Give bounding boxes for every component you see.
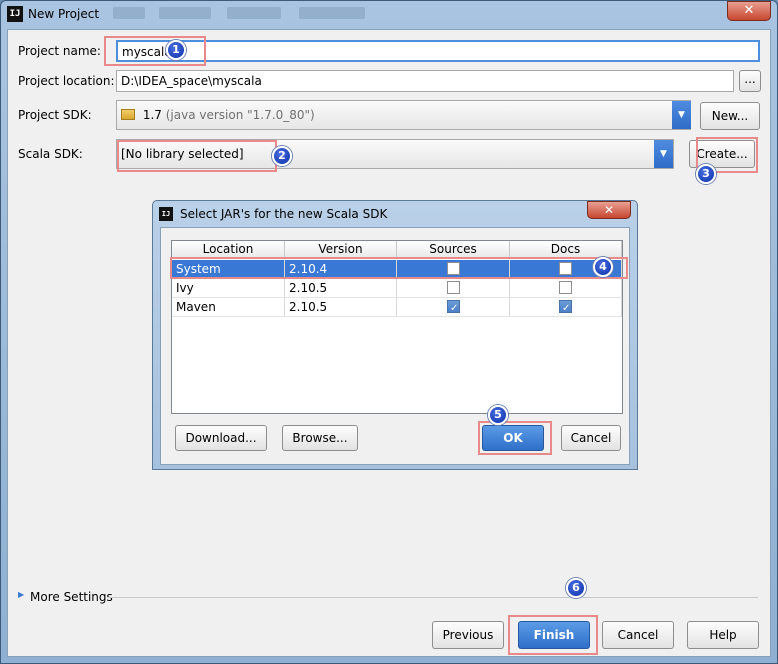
step-badge-1: 1 [166,40,186,60]
table-row[interactable]: System 2.10.4 [172,260,622,279]
column-header-location[interactable]: Location [172,241,285,259]
dialog-close-button[interactable]: ✕ [587,201,631,219]
project-sdk-detail: (java version "1.7.0_80") [165,108,315,122]
chevron-down-icon[interactable]: ▼ [654,140,673,168]
divider [108,597,758,598]
blurred-taskbar-item [227,7,281,19]
new-sdk-button[interactable]: New... [700,102,760,130]
chevron-down-icon[interactable]: ▼ [672,101,691,129]
location-cell: Ivy [172,279,285,298]
version-cell: 2.10.4 [285,260,397,279]
step-badge-4: 4 [593,257,613,277]
sources-cell [397,298,510,318]
docs-checkbox[interactable] [559,262,572,275]
step-badge-3: 3 [696,164,716,184]
expand-arrow-icon[interactable]: ▶ [18,590,24,599]
help-button[interactable]: Help [687,621,759,649]
column-header-sources[interactable]: Sources [397,241,510,259]
project-name-input[interactable]: myscala [116,40,760,62]
dialog-title: Select JAR's for the new Scala SDK [180,207,388,221]
folder-icon [121,109,135,120]
step-badge-5: 5 [488,405,508,425]
title-bar: IJ New Project ✕ [1,1,777,29]
scala-sdk-value: [No library selected] [121,147,244,161]
docs-checkbox[interactable] [559,281,572,294]
dialog-cancel-button[interactable]: Cancel [561,425,621,451]
select-jars-dialog: IJ Select JAR's for the new Scala SDK ✕ … [152,200,638,470]
window-title: New Project [28,7,100,21]
finish-button[interactable]: Finish [518,621,590,649]
browse-location-button[interactable]: ... [739,70,761,92]
blurred-taskbar-item [299,7,365,19]
version-cell: 2.10.5 [285,279,397,298]
sources-checkbox[interactable] [447,281,460,294]
new-project-window: IJ New Project ✕ Project name: myscala 1… [0,0,778,664]
window-close-button[interactable]: ✕ [727,1,771,21]
docs-cell [510,279,622,298]
blurred-taskbar-item [159,7,211,19]
project-name-value: myscala [122,45,172,59]
location-cell: Maven [172,298,285,317]
jar-table: Location Version Sources Docs System 2.1… [171,240,623,414]
project-sdk-combobox[interactable]: 1.7 (java version "1.7.0_80") [116,100,691,130]
step-badge-6: 6 [566,578,586,598]
scala-sdk-combobox[interactable]: [No library selected] [116,139,674,169]
sources-checkbox[interactable] [447,262,460,275]
cancel-button[interactable]: Cancel [602,621,674,649]
location-cell: System [172,260,285,279]
project-location-value: D:\IDEA_space\myscala [121,74,262,88]
ok-button[interactable]: OK [482,425,544,451]
browse-button[interactable]: Browse... [282,425,358,451]
docs-cell [510,298,622,318]
table-row[interactable]: Ivy 2.10.5 [172,279,622,298]
step-badge-2: 2 [272,146,292,166]
table-row[interactable]: Maven 2.10.5 [172,298,622,318]
project-location-label: Project location: [18,74,115,88]
create-scala-sdk-button[interactable]: Create... [689,140,755,168]
project-name-label: Project name: [18,44,101,58]
project-location-input[interactable]: D:\IDEA_space\myscala [116,70,734,92]
scala-sdk-label: Scala SDK: [18,147,83,161]
sources-checkbox-checked[interactable] [447,300,460,318]
download-button[interactable]: Download... [175,425,267,451]
version-cell: 2.10.5 [285,298,397,317]
blurred-taskbar-item [113,7,145,19]
project-sdk-value: 1.7 [142,108,162,122]
project-sdk-label: Project SDK: [18,108,92,122]
docs-checkbox-checked[interactable] [559,300,572,318]
intellij-icon: IJ [159,207,173,221]
sources-cell [397,279,510,298]
dialog-body: Location Version Sources Docs System 2.1… [160,227,630,465]
more-settings-toggle[interactable]: More Settings [30,590,113,604]
intellij-icon: IJ [7,6,23,22]
previous-button[interactable]: Previous [432,621,504,649]
sources-cell [397,260,510,279]
column-header-version[interactable]: Version [285,241,397,259]
